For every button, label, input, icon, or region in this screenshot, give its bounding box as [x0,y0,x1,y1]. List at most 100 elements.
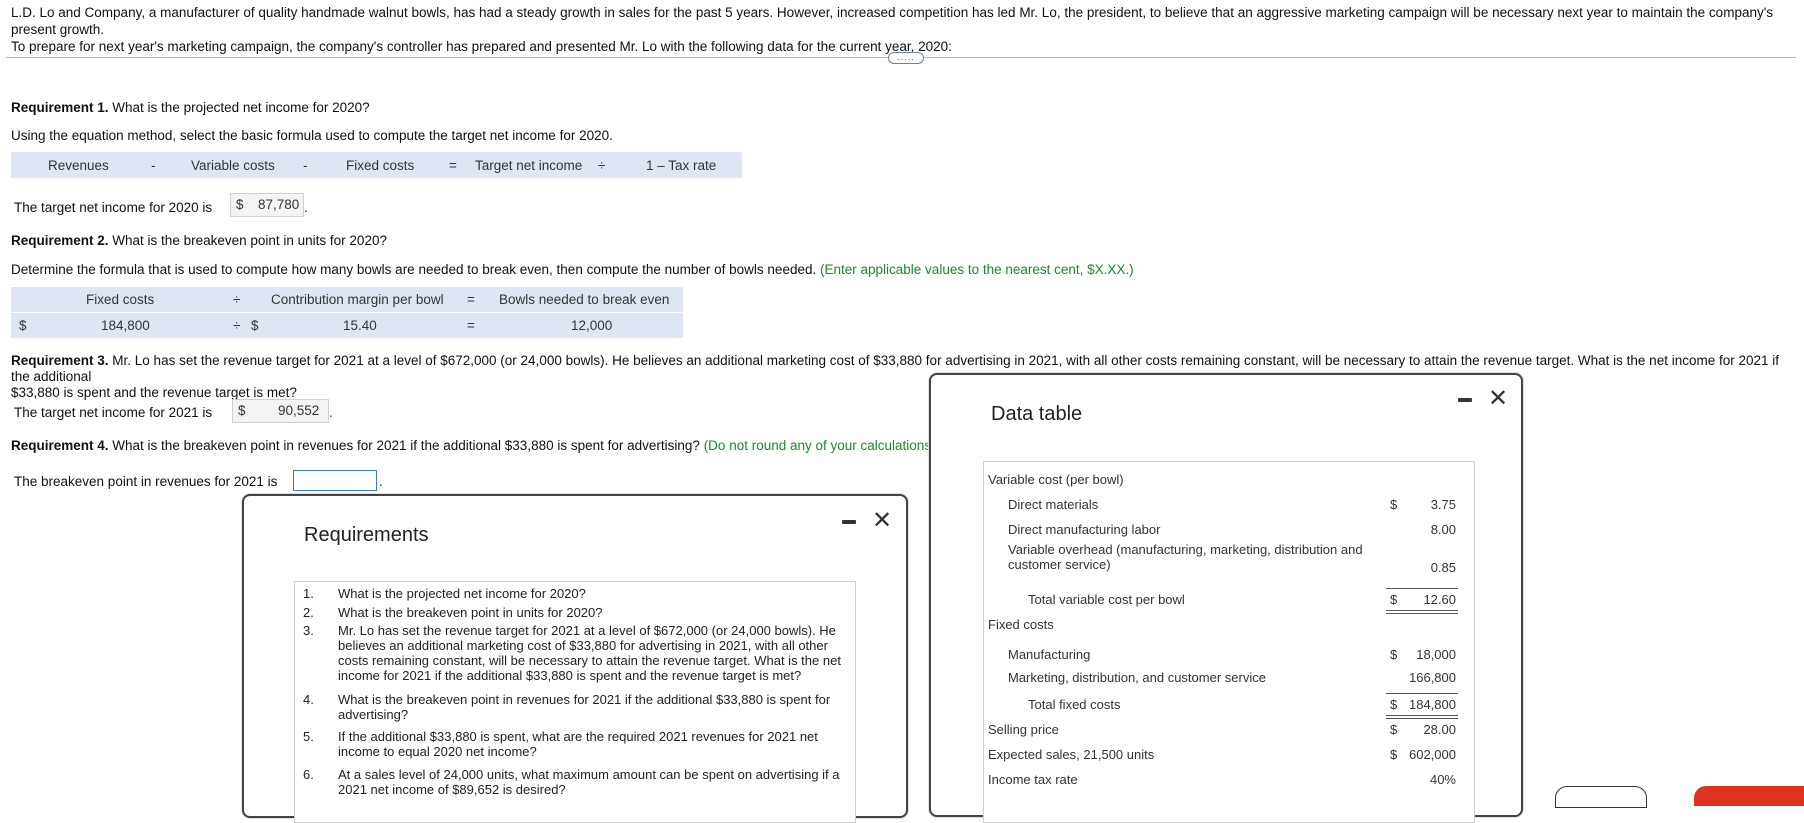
close-icon[interactable]: ✕ [1488,384,1508,413]
list-item-number: 5. [303,729,314,744]
req2-header-fixed-costs: Fixed costs [86,292,155,307]
table-row-currency: $ [1390,592,1398,607]
data-table-window: Data table ✕ Variable cost (per bowl) Dir… [929,373,1523,823]
req1-label: Requirement 1. [11,100,109,115]
req2-value-divide: ÷ [233,318,241,333]
table-row-currency: $ [1390,697,1398,712]
list-item-text: If the additional $33,880 is spent, what… [338,729,818,759]
req2-heading: Requirement 2. What is the breakeven poi… [11,233,387,248]
table-row-label: Total variable cost per bowl [1028,592,1185,607]
req4-question: What is the breakeven point in revenues … [112,438,700,453]
show-all-button[interactable] [1555,786,1647,808]
table-row-label: Variable overhead (manufacturing, market… [1008,542,1363,572]
intro-line-1: L.D. Lo and Company, a manufacturer of q… [11,5,1774,37]
formula-op-minus-1[interactable]: - [151,158,156,173]
formula-op-minus-2[interactable]: - [303,158,308,173]
formula-term-revenues[interactable]: Revenues [48,158,109,173]
req3-heading: Requirement 3. Mr. Lo has set the revenu… [11,353,1801,401]
table-row-value: 0.85 [1430,560,1456,575]
table-row-currency: $ [1390,497,1398,512]
requirements-window-title: Requirements [304,524,429,546]
requirements-list: 1. What is the projected net income for … [294,581,856,823]
list-item-number: 1. [303,586,314,601]
req2-value-row: $ 184,800 ÷ $ 15.40 = 12,000 [11,313,683,338]
table-row: Total variable cost per bowl $12.60 [984,588,1474,614]
formula-equals: = [449,157,457,173]
list-item-number: 3. [303,623,314,638]
total-rule [1386,693,1458,694]
list-item-number: 4. [303,692,314,707]
table-row-value: 12.60 [1423,592,1456,607]
list-item-text: Mr. Lo has set the revenue target for 20… [338,623,841,683]
table-row-label: Expected sales, 21,500 units [988,747,1155,762]
req2-header-equals: = [467,292,475,307]
check-answer-button[interactable] [1694,786,1804,806]
table-row-label: Fixed costs [988,617,1054,632]
req1-instruction: Using the equation method, select the ba… [11,128,613,143]
req2-currency-1: $ [19,318,27,333]
req2-question: What is the breakeven point in units for… [112,233,387,248]
close-icon[interactable]: ✕ [872,506,892,535]
list-item-text: What is the breakeven point in units for… [338,605,603,620]
req2-header-bowls: Bowls needed to break even [499,292,670,307]
table-row: Income tax rate 40% [984,772,1474,792]
table-row-value: 184,800 [1409,697,1456,712]
req3-result-currency: $ [238,403,246,418]
formula-op-divide[interactable]: ÷ [598,158,605,173]
req3-result-suffix: . [329,405,333,420]
total-rule [1386,588,1458,589]
req2-bowls-value[interactable]: 12,000 [571,318,612,333]
req2-cm-value[interactable]: 15.40 [343,318,377,333]
req1-heading: Requirement 1. What is the projected net… [11,100,370,115]
table-row-currency: $ [1390,647,1398,662]
req1-result-label: The target net income for 2020 is [14,200,213,215]
req4-result-suffix: . [379,474,383,489]
list-item-number: 6. [303,767,314,782]
table-row: Manufacturing $18,000 [984,647,1474,667]
table-row-label: Total fixed costs [1028,697,1121,712]
formula-term-target-net-income[interactable]: Target net income [475,158,582,173]
req2-value-equals: = [467,318,475,333]
req3-result-label: The target net income for 2021 is [14,405,213,420]
table-row-label: Direct materials [1008,497,1099,512]
formula-term-fixed-costs[interactable]: Fixed costs [346,158,414,173]
req2-label: Requirement 2. [11,233,109,248]
table-row: Variable cost (per bowl) [984,472,1474,492]
req3-label: Requirement 3. [11,353,109,368]
list-item-text: What is the breakeven point in revenues … [338,692,831,722]
table-row: Marketing, distribution, and customer se… [984,670,1474,690]
req3-result-value: 90,552 [278,403,320,418]
formula-term-tax-rate[interactable]: 1 – Tax rate [646,158,716,173]
req3-result-field[interactable]: $ 90,552 [232,399,329,423]
table-row: Expected sales, 21,500 units $602,000 [984,747,1474,767]
total-double-rule [1386,610,1458,614]
req4-hint: (Do not round any of your calculations.) [703,438,940,453]
total-double-rule [1386,715,1458,719]
req2-header-row: Fixed costs ÷ Contribution margin per bo… [11,287,683,312]
formula-term-variable-costs[interactable]: Variable costs [191,158,275,173]
table-row-label: Selling price [988,722,1059,737]
table-row-label: Income tax rate [988,772,1078,787]
req2-hint: (Enter applicable values to the nearest … [820,262,1134,277]
minimize-icon[interactable] [1458,398,1472,402]
table-row-label: Direct manufacturing labor [1008,522,1161,537]
req1-result-field[interactable]: $ 87,780 [230,193,304,217]
req1-question: What is the projected net income for 202… [112,100,370,115]
req4-result-label: The breakeven point in revenues for 2021… [14,474,278,489]
expand-more-button[interactable]: ..... [888,52,924,64]
list-item-text: What is the projected net income for 202… [338,586,586,601]
req2-fixed-costs-value[interactable]: 184,800 [101,318,150,333]
req2-header-divide: ÷ [233,292,241,307]
list-item-text: At a sales level of 24,000 units, what m… [338,767,840,797]
table-row-value: 8.00 [1430,522,1456,537]
table-row-label: Marketing, distribution, and customer se… [1008,670,1266,685]
req4-breakeven-input[interactable] [293,470,377,491]
table-row-label: Variable cost (per bowl) [988,472,1124,487]
minimize-icon[interactable] [842,520,856,524]
table-row-currency: $ [1390,747,1398,762]
list-item-number: 2. [303,605,314,620]
table-row: Fixed costs [984,617,1474,637]
requirements-window: Requirements ✕ 1. What is the projected … [242,494,908,823]
req2-header-cm-per-bowl: Contribution margin per bowl [271,292,444,307]
table-row-value: 602,000 [1409,747,1456,762]
